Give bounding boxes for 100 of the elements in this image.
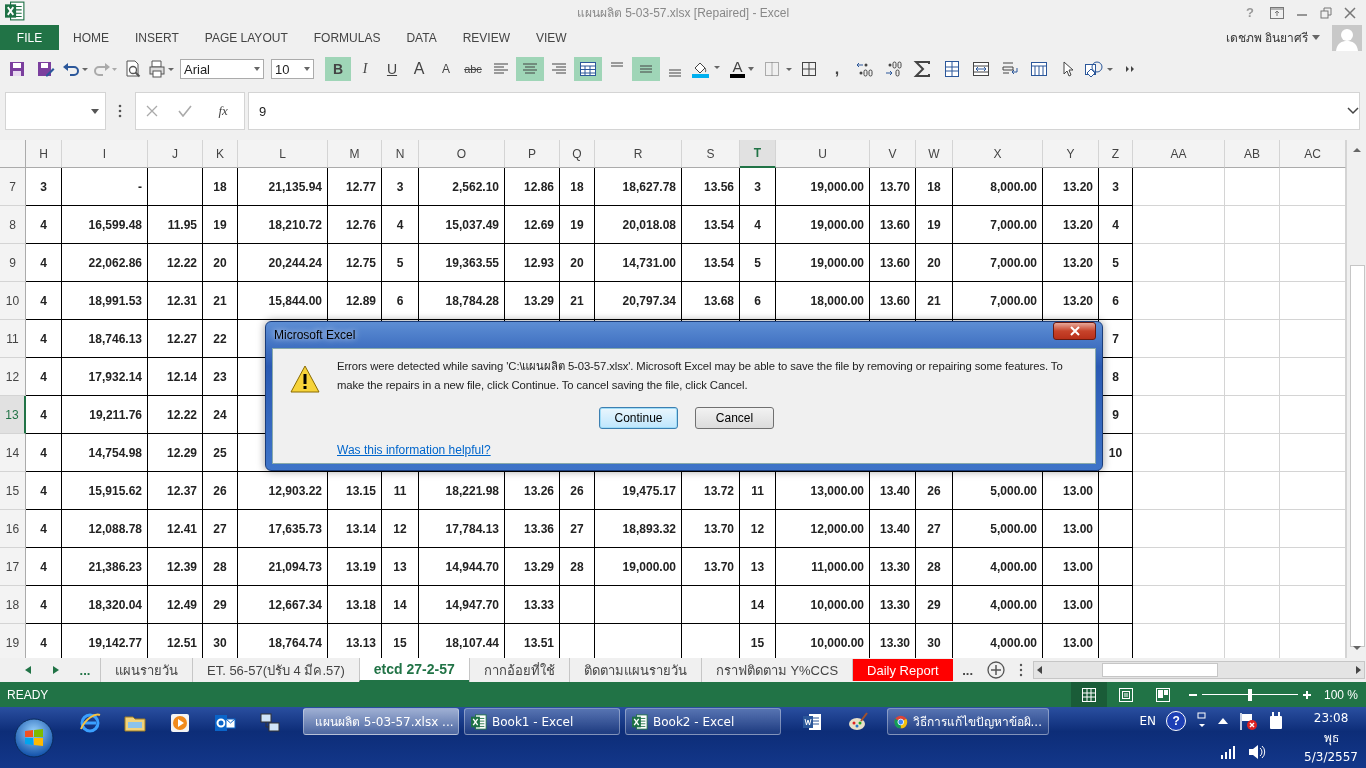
column-header[interactable]: Z bbox=[1099, 140, 1133, 168]
more-sheets[interactable]: ... bbox=[70, 662, 100, 678]
document-icon[interactable] bbox=[801, 711, 823, 733]
ribbon-tab[interactable]: PAGE LAYOUT bbox=[192, 25, 300, 50]
formula-field[interactable]: 9 bbox=[248, 92, 1360, 130]
browser-icon[interactable] bbox=[78, 711, 102, 735]
row-header[interactable]: 17 bbox=[0, 548, 26, 586]
dialog-button[interactable]: Continue bbox=[599, 407, 678, 429]
taskbar-button[interactable]: แผนผลิต 5-03-57.xlsx ... bbox=[303, 708, 459, 735]
previous-sheet-icon[interactable] bbox=[25, 666, 31, 674]
start-button[interactable] bbox=[13, 716, 55, 759]
font-color-button[interactable]: A bbox=[723, 57, 761, 81]
power-plug-icon[interactable] bbox=[1268, 711, 1285, 731]
drag-handle-icon[interactable] bbox=[118, 104, 122, 118]
splitter-icon[interactable] bbox=[1018, 663, 1023, 677]
font-name-field[interactable]: Arial bbox=[180, 59, 264, 79]
row-header[interactable]: 11 bbox=[0, 320, 26, 358]
format-table-button[interactable] bbox=[574, 57, 602, 81]
row-header[interactable]: 19 bbox=[0, 624, 26, 658]
taskbar-button[interactable]: Book2 - Excel bbox=[625, 708, 781, 735]
underline-button[interactable]: U bbox=[379, 57, 405, 81]
column-header[interactable]: V bbox=[870, 140, 916, 168]
caret-icon[interactable] bbox=[748, 67, 754, 71]
ribbon-tab[interactable]: HOME bbox=[61, 25, 121, 50]
shrink-font-button[interactable]: A bbox=[433, 57, 459, 81]
taskbar-button[interactable]: Book1 - Excel bbox=[464, 708, 620, 735]
column-header[interactable]: Y bbox=[1043, 140, 1099, 168]
ribbon-tab[interactable]: DATA bbox=[394, 25, 449, 50]
taskbar-button[interactable]: วิธีการแก้ไขปัญหาข้อผิ... bbox=[887, 708, 1049, 735]
column-header[interactable]: P bbox=[505, 140, 560, 168]
clock-time[interactable]: 23:08 bbox=[1313, 711, 1349, 726]
column-header[interactable]: J bbox=[148, 140, 203, 168]
ribbon-tab[interactable]: FORMULAS bbox=[301, 25, 393, 50]
column-header[interactable]: X bbox=[953, 140, 1043, 168]
column-header[interactable]: Q bbox=[560, 140, 595, 168]
italic-button[interactable]: I bbox=[352, 57, 378, 81]
ribbon-tab[interactable]: INSERT bbox=[123, 25, 191, 50]
row-header[interactable]: 18 bbox=[0, 586, 26, 624]
sheet-tab[interactable]: Daily Report bbox=[852, 659, 953, 681]
column-header[interactable]: I bbox=[62, 140, 148, 168]
font-size-field[interactable]: 10 bbox=[271, 59, 314, 79]
row-header[interactable]: 8 bbox=[0, 206, 26, 244]
help-button[interactable]: ? bbox=[1166, 711, 1187, 731]
restore-icon[interactable] bbox=[1320, 6, 1332, 19]
network-icon[interactable] bbox=[258, 711, 282, 735]
column-header[interactable]: AA bbox=[1133, 140, 1225, 168]
slider-thumb[interactable] bbox=[1247, 688, 1252, 701]
user-name[interactable]: เดชภพ อินยาศรี bbox=[1225, 28, 1308, 47]
sheet-tab[interactable]: etcd 27-2-57 bbox=[358, 658, 469, 682]
print-icon[interactable] bbox=[148, 57, 176, 81]
column-header[interactable]: K bbox=[203, 140, 238, 168]
column-header[interactable]: O bbox=[419, 140, 505, 168]
normal-view-button[interactable] bbox=[1070, 682, 1107, 707]
zoom-level[interactable]: 100 % bbox=[1323, 687, 1358, 702]
scrollbar-thumb[interactable] bbox=[1101, 663, 1218, 677]
row-header[interactable]: 14 bbox=[0, 434, 26, 472]
ribbon-tab[interactable]: VIEW bbox=[524, 25, 579, 50]
close-button[interactable] bbox=[1053, 322, 1096, 340]
column-header[interactable]: T bbox=[740, 140, 776, 168]
close-icon[interactable] bbox=[1344, 6, 1356, 19]
comma-style-button[interactable]: , bbox=[824, 57, 850, 81]
row-header[interactable]: 12 bbox=[0, 358, 26, 396]
zoom-in-icon[interactable] bbox=[1301, 689, 1312, 700]
column-header[interactable]: W bbox=[916, 140, 953, 168]
check-icon[interactable] bbox=[178, 105, 193, 117]
bold-button[interactable]: B bbox=[325, 57, 351, 81]
grow-font-button[interactable]: A bbox=[406, 57, 432, 81]
expand-icon[interactable] bbox=[1347, 107, 1359, 115]
paint-icon[interactable] bbox=[847, 711, 869, 733]
column-header[interactable]: R bbox=[595, 140, 682, 168]
add-sheet-icon[interactable] bbox=[986, 661, 1005, 679]
column-header[interactable]: N bbox=[382, 140, 419, 168]
row-header[interactable]: 16 bbox=[0, 510, 26, 548]
clock-date[interactable]: 5/3/2557 bbox=[1304, 749, 1358, 764]
ribbon-tab[interactable]: REVIEW bbox=[450, 25, 522, 50]
row-header[interactable]: 13 bbox=[0, 396, 26, 434]
column-header[interactable]: M bbox=[328, 140, 382, 168]
volume-icon[interactable] bbox=[1248, 743, 1267, 760]
strikethrough-button[interactable]: abc bbox=[460, 57, 486, 81]
column-header[interactable]: H bbox=[26, 140, 62, 168]
page-break-icon[interactable] bbox=[1154, 686, 1171, 703]
caret-icon[interactable] bbox=[304, 67, 310, 71]
file-tab[interactable]: FILE bbox=[0, 25, 59, 50]
caret-icon[interactable] bbox=[1312, 35, 1320, 40]
ribbon-display-icon[interactable] bbox=[1270, 6, 1284, 19]
row-header[interactable]: 7 bbox=[0, 168, 26, 206]
media-player-icon[interactable] bbox=[168, 711, 192, 735]
table-icon[interactable] bbox=[579, 61, 597, 77]
column-header[interactable]: AB bbox=[1225, 140, 1280, 168]
row-header[interactable]: 15 bbox=[0, 472, 26, 510]
row-header[interactable]: 9 bbox=[0, 244, 26, 282]
row-header[interactable]: 10 bbox=[0, 282, 26, 320]
caret-icon[interactable] bbox=[254, 67, 260, 71]
page-icon[interactable] bbox=[1117, 686, 1134, 703]
next-sheet-icon[interactable] bbox=[53, 666, 59, 674]
column-header[interactable]: L bbox=[238, 140, 328, 168]
help-link[interactable]: Was this information helpful? bbox=[337, 443, 491, 463]
show-hidden-icons[interactable] bbox=[1218, 717, 1229, 725]
dialog-button[interactable]: Cancel bbox=[695, 407, 774, 429]
scrollbar-thumb[interactable] bbox=[1350, 265, 1365, 647]
